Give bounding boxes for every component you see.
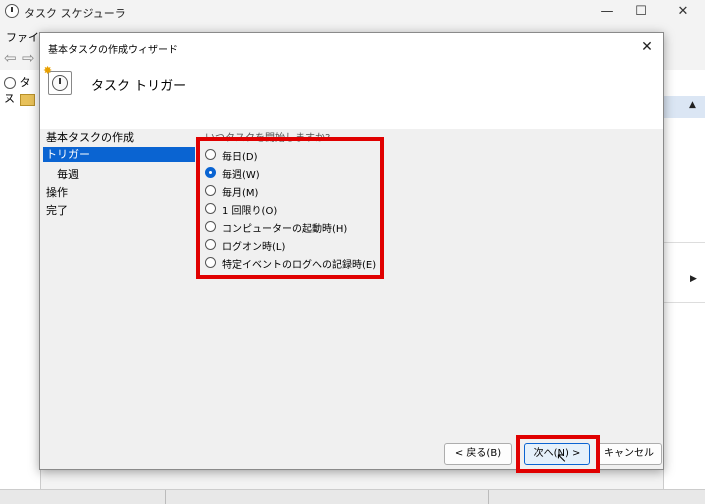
radio-button[interactable] — [205, 257, 216, 268]
wizard-step-weekly: 毎週 — [57, 168, 79, 181]
radio-weekly-label: 毎週(W) — [222, 170, 260, 181]
radio-button[interactable] — [205, 221, 216, 232]
radio-specific-event-label: 特定イベントのログへの記録時(E) — [222, 260, 377, 271]
create-basic-task-wizard: 基本タスクの作成ウィザード ✕ ✸ タスク トリガー 基本タスクの作成 トリガー… — [39, 32, 664, 473]
actions-header[interactable]: ▲ — [664, 96, 705, 118]
main-close-button[interactable]: ✕ — [666, 2, 700, 22]
radio-daily-label: 毎日(D) — [222, 152, 258, 163]
actions-pane: ▲ ▶ — [663, 70, 705, 490]
console-tree-pane: タス › — [0, 70, 41, 490]
radio-button-checked[interactable] — [205, 167, 216, 178]
back-arrow-icon[interactable]: ⇦ — [4, 49, 17, 67]
status-strip — [0, 489, 705, 504]
page-title: タスク トリガー — [91, 79, 187, 94]
trigger-question: いつタスクを開始しますか? — [205, 133, 331, 144]
minimize-button[interactable]: — — [590, 2, 624, 22]
wizard-step-trigger: トリガー — [43, 147, 195, 162]
dialog-titlebar: 基本タスクの作成ウィザード ✕ — [40, 33, 663, 61]
dialog-body: 基本タスクの作成 トリガー 毎週 操作 完了 いつタスクを開始しますか? 毎日(… — [40, 129, 663, 473]
wizard-step-create-basic-task: 基本タスクの作成 — [46, 131, 134, 144]
sparkle-icon: ✸ — [43, 64, 53, 77]
wizard-step-action: 操作 — [46, 186, 68, 199]
back-button[interactable]: < 戻る(B) — [444, 443, 512, 465]
submenu-arrow-icon[interactable]: ▶ — [690, 274, 697, 284]
folder-icon[interactable] — [20, 94, 35, 106]
wizard-steps: 基本タスクの作成 トリガー 毎週 操作 完了 — [40, 129, 195, 229]
radio-button[interactable] — [205, 149, 216, 160]
dialog-header: ✸ タスク トリガー — [40, 61, 663, 129]
mouse-cursor-icon: ↖ — [556, 451, 567, 466]
radio-button[interactable] — [205, 185, 216, 196]
main-window-title: タスク スケジューラ — [24, 7, 126, 20]
status-divider — [165, 490, 166, 504]
radio-button[interactable] — [205, 239, 216, 250]
radio-button[interactable] — [205, 203, 216, 214]
radio-one-time-label: 1 回限り(O) — [222, 206, 278, 217]
clock-icon — [4, 77, 16, 89]
actions-divider — [664, 242, 705, 243]
radio-monthly-label: 毎月(M) — [222, 188, 259, 199]
cancel-button[interactable]: キャンセル — [596, 443, 662, 465]
radio-logon-label: ログオン時(L) — [222, 242, 286, 253]
actions-divider — [664, 302, 705, 303]
wizard-step-finish: 完了 — [46, 204, 68, 217]
task-clock-icon: ✸ — [43, 64, 72, 95]
status-divider — [488, 490, 489, 504]
dialog-close-button[interactable]: ✕ — [636, 36, 658, 58]
main-window-titlebar: タスク スケジューラ — ☐ ✕ — [0, 0, 705, 26]
task-scheduler-icon — [5, 4, 19, 18]
clock-icon — [52, 75, 68, 91]
maximize-button[interactable]: ☐ — [624, 2, 658, 22]
collapse-up-icon[interactable]: ▲ — [689, 100, 696, 110]
dialog-title: 基本タスクの作成ウィザード — [48, 45, 178, 56]
forward-arrow-icon[interactable]: ⇨ — [22, 49, 35, 67]
tree-expand-icon[interactable]: › — [6, 94, 10, 105]
radio-computer-startup-label: コンピューターの起動時(H) — [222, 224, 348, 235]
